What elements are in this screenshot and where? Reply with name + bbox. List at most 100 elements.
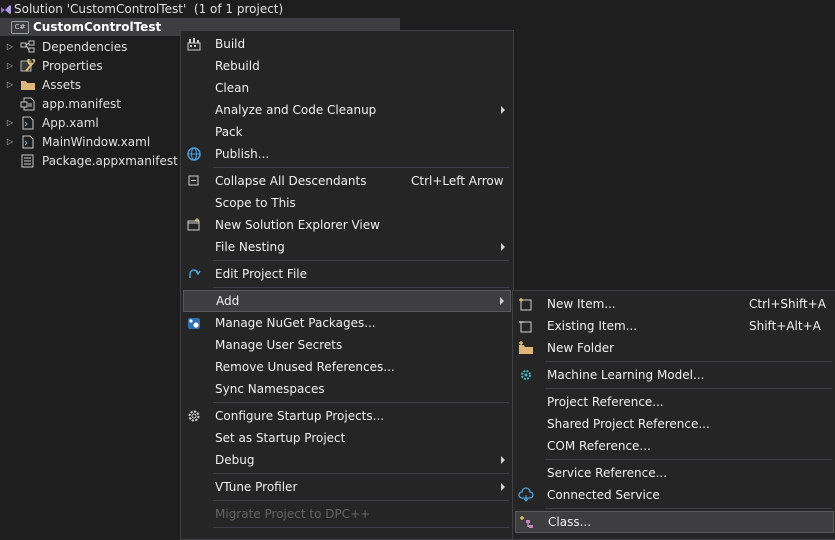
- submenu-item-class[interactable]: Class...: [515, 511, 834, 533]
- menu-item-scope-to-this[interactable]: Scope to This: [183, 192, 511, 214]
- nuget-icon: [185, 314, 203, 332]
- tree-item-assets[interactable]: ▷ Assets: [0, 75, 81, 94]
- menu-item-label: New Folder: [547, 341, 615, 355]
- ml-model-icon: [517, 366, 535, 384]
- submenu-item-connected-service[interactable]: Connected Service: [515, 484, 834, 506]
- menu-separator: [213, 167, 509, 168]
- menu-item-clean[interactable]: Clean: [183, 77, 511, 99]
- expand-arrow-icon[interactable]: ▷: [0, 80, 20, 89]
- menu-item-label: File Nesting: [215, 240, 285, 254]
- submenu-arrow-icon: [501, 456, 505, 464]
- menu-item-label: Migrate Project to DPC++: [215, 507, 371, 521]
- expand-arrow-icon[interactable]: ▷: [0, 118, 20, 127]
- menu-separator: [213, 473, 509, 474]
- submenu-item-new-folder[interactable]: New Folder: [515, 337, 834, 359]
- menu-separator: [545, 459, 832, 460]
- submenu-item-service-reference[interactable]: Service Reference...: [515, 462, 834, 484]
- menu-item-label: Debug: [215, 453, 255, 467]
- menu-item-file-nesting[interactable]: File Nesting: [183, 236, 511, 258]
- globe-icon: [185, 145, 203, 163]
- solution-label: Solution 'CustomControlTest' (1 of 1 pro…: [14, 2, 284, 16]
- menu-item-label: New Item...: [547, 297, 616, 311]
- menu-separator: [545, 388, 832, 389]
- submenu-item-existing-item[interactable]: Existing Item... Shift+Alt+A: [515, 315, 834, 337]
- submenu-item-shared-project-reference[interactable]: Shared Project Reference...: [515, 413, 834, 435]
- menu-item-label: Existing Item...: [547, 319, 638, 333]
- menu-item-label: COM Reference...: [547, 439, 651, 453]
- expand-arrow-icon[interactable]: ▷: [0, 61, 20, 70]
- menu-item-set-as-startup-project[interactable]: Set as Startup Project: [183, 427, 511, 449]
- tree-item-mainwindow-xaml[interactable]: ▷ MainWindow.xaml: [0, 132, 150, 151]
- menu-item-remove-unused-references[interactable]: Remove Unused References...: [183, 356, 511, 378]
- menu-item-shortcut: Shift+Alt+A: [749, 319, 821, 333]
- menu-separator: [213, 402, 509, 403]
- collapse-icon: [185, 172, 203, 190]
- submenu-item-new-item[interactable]: New Item... Ctrl+Shift+A: [515, 293, 834, 315]
- menu-item-build[interactable]: Build: [183, 33, 511, 55]
- tree-item-label: Package.appxmanifest: [42, 153, 178, 168]
- menu-item-add[interactable]: Add: [183, 290, 511, 312]
- menu-item-label: Manage User Secrets: [215, 338, 343, 352]
- tree-item-label: MainWindow.xaml: [42, 134, 151, 149]
- menu-item-sync-namespaces[interactable]: Sync Namespaces: [183, 378, 511, 400]
- project-context-menu: Build Rebuild Clean Analyze and Code Cle…: [180, 30, 514, 540]
- menu-separator: [213, 527, 509, 528]
- menu-item-label: Class...: [548, 515, 592, 529]
- new-item-icon: [517, 295, 535, 313]
- edit-redo-icon: [185, 265, 203, 283]
- tree-item-label: app.manifest: [42, 96, 121, 111]
- menu-item-label: Rebuild: [215, 59, 260, 73]
- menu-item-publish[interactable]: Publish...: [183, 143, 511, 165]
- tree-item-app-xaml[interactable]: ▷ App.xaml: [0, 113, 99, 132]
- folder-icon: [20, 78, 36, 92]
- menu-item-collapse-all-descendants[interactable]: Collapse All Descendants Ctrl+Left Arrow: [183, 170, 511, 192]
- class-icon: [518, 513, 536, 531]
- xaml-file-icon: [20, 116, 36, 130]
- menu-item-new-solution-explorer-view[interactable]: New Solution Explorer View: [183, 214, 511, 236]
- tree-item-package-appxmanifest[interactable]: Package.appxmanifest: [0, 151, 178, 170]
- menu-item-label: Add: [216, 294, 240, 308]
- connected-service-icon: [517, 486, 535, 504]
- submenu-arrow-icon: [501, 483, 505, 491]
- menu-item-rebuild[interactable]: Rebuild: [183, 55, 511, 77]
- solution-node[interactable]: Solution 'CustomControlTest' (1 of 1 pro…: [0, 0, 400, 18]
- menu-item-label: Build: [215, 37, 246, 51]
- expand-arrow-icon[interactable]: ▷: [0, 42, 20, 51]
- menu-item-label: Shared Project Reference...: [547, 417, 710, 431]
- project-name: CustomControlTest: [33, 20, 162, 34]
- menu-item-analyze-code-cleanup[interactable]: Analyze and Code Cleanup: [183, 99, 511, 121]
- menu-item-label: Collapse All Descendants: [215, 174, 367, 188]
- expand-arrow-icon[interactable]: ▷: [0, 137, 20, 146]
- tree-item-app-manifest[interactable]: app.manifest: [0, 94, 121, 113]
- menu-item-pack[interactable]: Pack: [183, 121, 511, 143]
- menu-item-shortcut: Ctrl+Left Arrow: [411, 174, 504, 188]
- menu-item-configure-startup-projects[interactable]: Configure Startup Projects...: [183, 405, 511, 427]
- tree-item-label: Assets: [42, 77, 82, 92]
- build-icon: [185, 35, 203, 53]
- tree-item-label: Dependencies: [42, 39, 128, 54]
- menu-item-label: Remove Unused References...: [215, 360, 395, 374]
- menu-item-manage-nuget-packages[interactable]: Manage NuGet Packages...: [183, 312, 511, 334]
- menu-item-shortcut: Ctrl+Shift+A: [749, 297, 826, 311]
- submenu-item-machine-learning-model[interactable]: Machine Learning Model...: [515, 364, 834, 386]
- menu-item-debug[interactable]: Debug: [183, 449, 511, 471]
- dependencies-icon: [20, 40, 36, 54]
- menu-item-edit-project-file[interactable]: Edit Project File: [183, 263, 511, 285]
- menu-separator: [213, 260, 509, 261]
- menu-item-manage-user-secrets[interactable]: Manage User Secrets: [183, 334, 511, 356]
- submenu-item-project-reference[interactable]: Project Reference...: [515, 391, 834, 413]
- tree-item-dependencies[interactable]: ▷ Dependencies: [0, 37, 127, 56]
- menu-item-label: Set as Startup Project: [215, 431, 346, 445]
- appx-manifest-icon: [20, 154, 36, 168]
- tree-item-label: Properties: [42, 58, 103, 73]
- tree-item-properties[interactable]: ▷ Properties: [0, 56, 103, 75]
- menu-item-vtune-profiler[interactable]: VTune Profiler: [183, 476, 511, 498]
- menu-item-label: VTune Profiler: [215, 480, 298, 494]
- submenu-item-com-reference[interactable]: COM Reference...: [515, 435, 834, 457]
- menu-item-label: Clean: [215, 81, 250, 95]
- menu-item-label: Project Reference...: [547, 395, 664, 409]
- menu-separator: [545, 361, 832, 362]
- submenu-arrow-icon: [501, 106, 505, 114]
- new-view-icon: [185, 216, 203, 234]
- menu-item-migrate-project-dpcpp: Migrate Project to DPC++: [183, 503, 511, 525]
